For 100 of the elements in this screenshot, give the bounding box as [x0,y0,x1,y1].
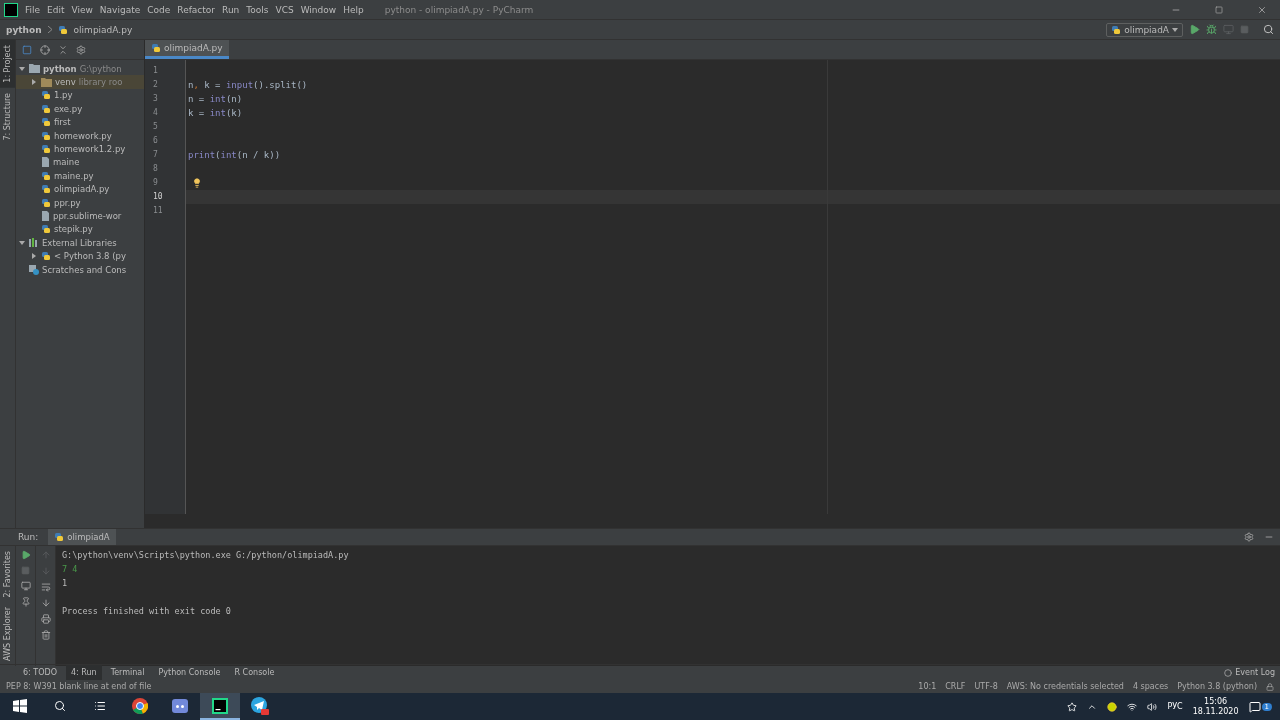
library-icon [29,238,39,248]
tree-item[interactable]: ppr.py [16,195,144,210]
tree-item[interactable]: < Python 3.8 (py [16,249,144,263]
tree-item[interactable]: exe.py [16,102,144,116]
maximize-icon[interactable] [1215,5,1223,14]
ide-icon [212,697,228,714]
tool-tab[interactable]: Python Console [153,665,226,680]
python-file-icon [151,43,161,53]
network-icon[interactable] [1127,701,1138,712]
lightbulb-icon[interactable] [192,178,202,188]
lock-icon[interactable] [1266,682,1274,691]
line-number: 5 [152,121,159,133]
debug-icon[interactable] [1206,24,1217,35]
pin-icon[interactable] [20,597,31,607]
tool-tab[interactable]: R Console [229,665,280,680]
search-icon[interactable] [54,699,66,712]
status-item[interactable]: Python 3.8 (python) [1177,682,1257,691]
tool-tab[interactable]: Terminal [105,665,150,680]
python-file-icon [41,197,51,208]
app-logo-icon [4,2,18,17]
print-icon[interactable] [40,614,51,624]
status-item[interactable]: CRLF [945,682,966,691]
file-icon [41,157,50,168]
rerun-icon[interactable] [20,550,31,560]
close-icon[interactable] [1257,4,1267,15]
status-item[interactable]: UTF-8 [974,682,998,691]
status-item[interactable]: 10:1 [918,682,937,691]
tree-item[interactable]: maine [16,155,144,170]
python-file-icon [41,144,51,155]
collapsed-arrow-icon[interactable] [31,253,37,260]
tree-item[interactable]: External Libraries [16,236,144,250]
clock[interactable]: 15:06 18.11.2020 [1192,696,1239,717]
tree-item[interactable]: homework1.2.py [16,142,144,156]
run-icon[interactable] [1189,24,1200,35]
breadcrumb[interactable]: olimpiadA.py [73,24,133,35]
menu-item[interactable]: Code [147,4,171,15]
scroll-to-end-icon[interactable] [40,598,51,608]
python-file-icon [41,90,51,101]
file-icon [41,211,50,221]
line-number: 2 [152,79,159,91]
editor-tab[interactable]: olimpiadA.py [145,40,229,59]
status-item[interactable]: 4 spaces [1132,682,1169,691]
status-item[interactable]: AWS: No credentials selected [1006,682,1124,691]
menu-item[interactable]: Help [343,4,364,15]
locate-icon[interactable] [40,44,50,55]
menu-item[interactable]: View [71,4,93,15]
project-view-icon[interactable] [22,44,32,55]
expanded-arrow-icon[interactable] [19,239,25,246]
tool-window-tab[interactable]: 2: Favorites [0,546,15,603]
run-tab[interactable]: olimpiadA [48,529,116,545]
search-icon[interactable] [1263,24,1274,35]
menu-item[interactable]: VCS [275,4,294,15]
collapsed-arrow-icon[interactable] [31,79,37,86]
tree-item[interactable]: python G:\python [16,62,144,76]
soft-wrap-icon[interactable] [40,582,51,592]
tool-tab[interactable]: 4: Run [65,665,102,680]
task-view-icon[interactable] [94,699,106,712]
console-line: G:\python\venv\Scripts\python.exe G:/python/olimpiadA.py [62,549,350,562]
python-file-icon [41,251,51,262]
python-file-icon [1111,24,1122,35]
caret-icon [1172,27,1178,32]
tree-item[interactable]: Scratches and Cons [16,262,144,277]
menu-item[interactable]: Tools [246,4,269,15]
tree-item[interactable]: homework.py [16,128,144,143]
run-configuration-dropdown[interactable]: olimpiadA [1106,22,1183,37]
settings-icon[interactable] [1244,532,1254,542]
tool-window-tab[interactable]: 1: Project [0,40,15,88]
tree-item[interactable]: ppr.sublime-wor [16,209,144,223]
settings-icon[interactable] [76,44,86,55]
windows-start-icon[interactable] [13,698,27,713]
tree-item[interactable]: maine.py [16,169,144,183]
tool-window-tab[interactable]: AWS Explorer [0,602,15,667]
tree-item[interactable]: stepik.py [16,222,144,237]
event-log-button[interactable]: Event Log [1219,665,1280,680]
folder-icon [41,77,52,87]
tree-item[interactable]: 1.py [16,88,144,103]
menu-item[interactable]: Navigate [99,4,141,15]
volume-icon[interactable] [1147,701,1158,712]
tray-app-icon[interactable] [1107,701,1118,712]
menu-item[interactable]: File [25,4,41,15]
window-title: python - olimpiadA.py - PyCharm [384,4,535,15]
tool-tab[interactable]: 6: TODO [18,665,62,680]
tool-window-tab[interactable]: 7: Structure [0,87,15,146]
line-number: 7 [152,149,159,161]
menu-item[interactable]: Edit [47,4,65,15]
menu-item[interactable]: Refactor [177,4,216,15]
code-line: k = int(k) [187,107,244,120]
trash-icon[interactable] [40,630,51,640]
menu-item[interactable]: Run [222,4,240,15]
input-language[interactable]: РУС [1167,702,1183,711]
tree-item[interactable]: first [16,115,144,129]
taskbar-app-button[interactable] [200,693,240,720]
python-file-icon [57,24,68,35]
console-line: 7 4 [62,563,79,576]
expanded-arrow-icon[interactable] [19,65,25,72]
tree-item[interactable]: olimpiadA.py [16,182,144,196]
collapse-all-icon[interactable] [58,44,68,55]
line-number: 9 [152,177,159,189]
breadcrumb[interactable]: python [6,24,42,35]
menu-item[interactable]: Window [300,4,337,15]
